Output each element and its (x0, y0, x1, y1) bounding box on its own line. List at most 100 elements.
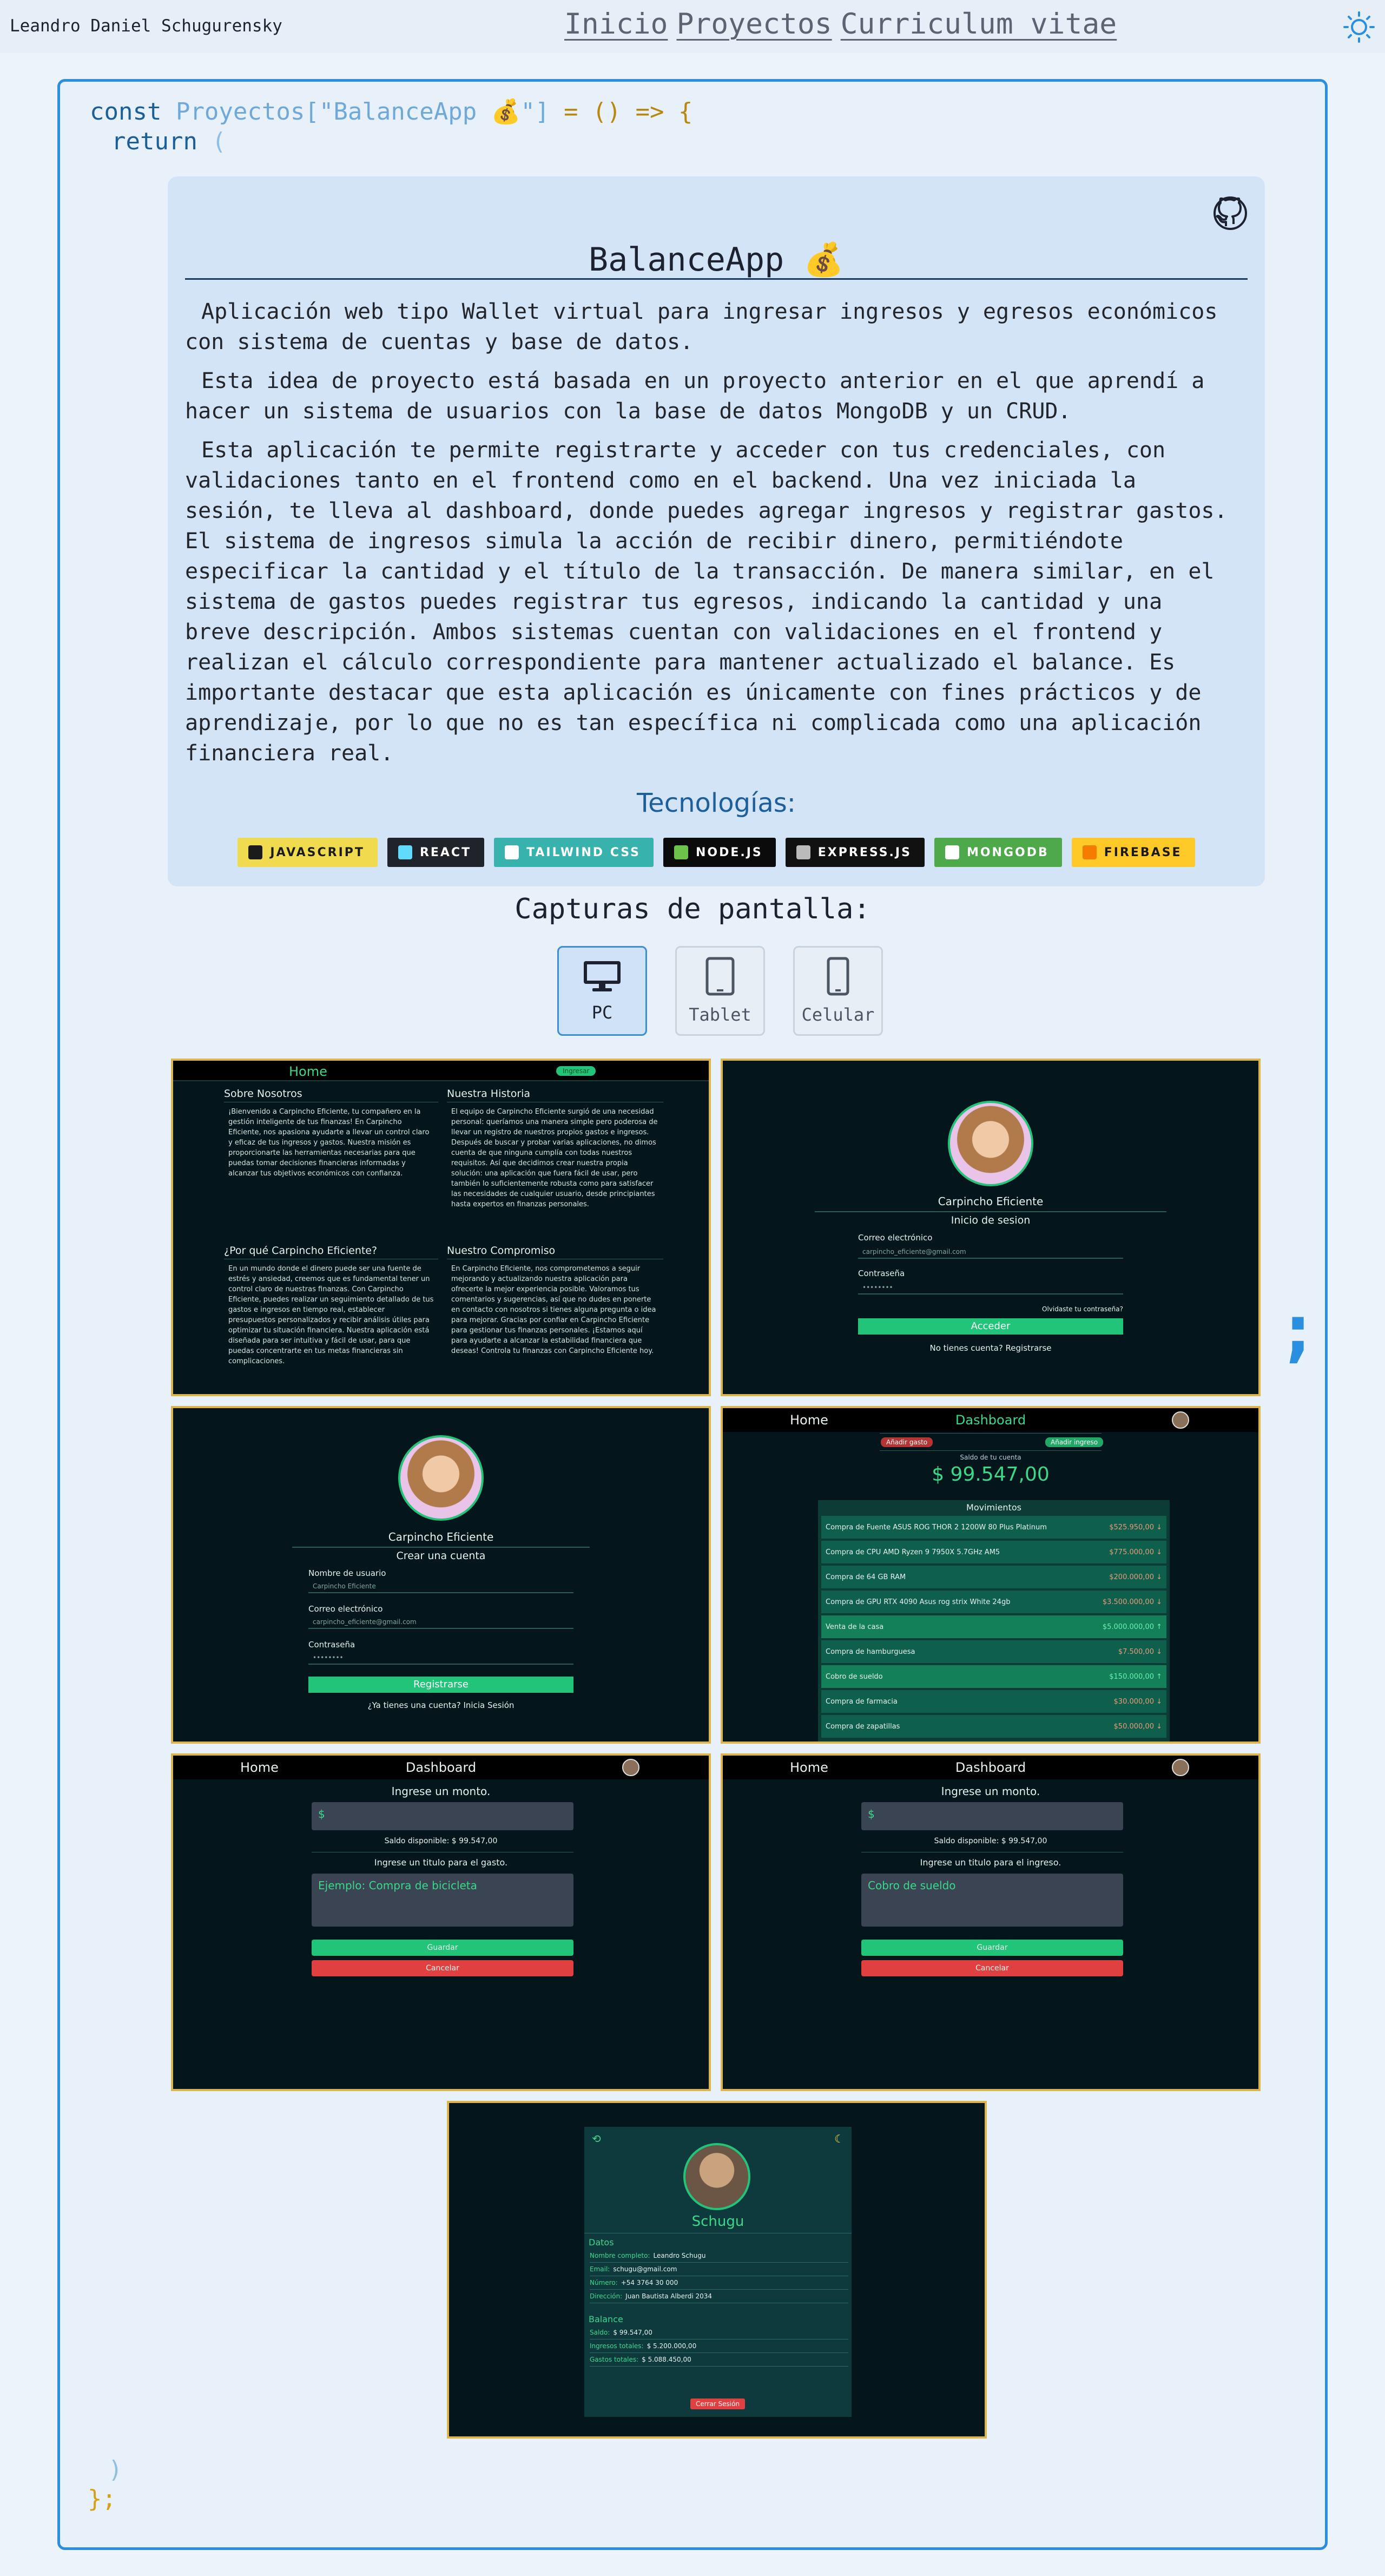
shot-user-label: Nombre de usuario (308, 1568, 386, 1578)
object-name: Proyectos (175, 98, 305, 126)
shot-email-label: Correo electrónico (308, 1604, 383, 1614)
shot-section-about: Sobre Nosotros ¡Bienvenido a Carpincho E… (224, 1088, 438, 1179)
shot-register-heading: Crear una cuenta (396, 1550, 486, 1562)
shot-title-field: Cobro de sueldo (861, 1874, 1123, 1927)
shot-amount-label: Ingrese un monto. (941, 1785, 1040, 1798)
shot-divider-2 (880, 1450, 1102, 1451)
shot-profile-panel: ⟲ ☾ Schugu Datos Nombre completo: Leandro… (584, 2127, 852, 2417)
shot-cancel-button: Cancelar (312, 1960, 573, 1976)
shot-email-label: Correo electrónico (858, 1233, 933, 1243)
tech-logo-icon (674, 845, 688, 859)
movement-amount: $150.000,00 ↑ (1109, 1672, 1162, 1681)
device-tablet-button[interactable]: Tablet (675, 946, 765, 1036)
description-paragraph-2: Esta idea de proyecto está basada en un … (185, 369, 1205, 424)
profile-row: Número: +54 3764 30 000 (590, 2276, 848, 2290)
const-keyword: const (90, 98, 162, 126)
shot-profile-name: Schugu (691, 2213, 744, 2230)
nav-link-curriculum[interactable]: Curriculum vitae (841, 8, 1117, 41)
shot-brand: Carpincho Eficiente (388, 1530, 494, 1543)
profile-key: Ingresos totales: (590, 2342, 644, 2350)
shot-navbar (173, 1061, 709, 1081)
shot-login-button: Ingresar (556, 1066, 596, 1076)
shot-login-link: ¿Ya tienes una cuenta? Inicia Sesión (367, 1700, 515, 1710)
sun-icon[interactable] (1343, 11, 1375, 43)
capybara-avatar (948, 1101, 1033, 1186)
shot-available-balance: Saldo disponible: $ 99.547,00 (934, 1837, 1047, 1845)
shot-amount-field: $ (861, 1802, 1123, 1830)
tech-logo-icon (945, 845, 959, 859)
profile-value: schugu@gmail.com (613, 2265, 677, 2273)
code-line-declaration: const Proyectos["BalanceApp 💰"] = () => … (90, 97, 692, 126)
profile-avatar (683, 2143, 750, 2210)
moon-icon: ☾ (834, 2132, 844, 2145)
screenshot-profile[interactable]: ⟲ ☾ Schugu Datos Nombre completo: Leandro… (447, 2101, 987, 2439)
shot-divider (815, 1211, 1166, 1212)
shot-title-label: Ingrese un titulo para el ingreso. (920, 1857, 1061, 1868)
shot-save-button: Guardar (861, 1940, 1123, 1956)
shot-why-title: ¿Por qué Carpincho Eficiente? (224, 1245, 438, 1259)
screenshot-login[interactable]: Carpincho Eficiente Inicio de sesion Cor… (721, 1059, 1261, 1396)
github-icon[interactable] (1212, 195, 1249, 232)
shot-password-field: •••••••• (858, 1282, 1123, 1294)
movement-row: Compra de hamburguesa $7.500,00 ↓ (821, 1640, 1166, 1663)
tech-logo-icon (796, 845, 810, 859)
close-brace: }; (88, 2485, 116, 2513)
profile-key: Número: (590, 2279, 618, 2286)
shot-email-field: carpincho_eficiente@gmail.com (858, 1246, 1123, 1259)
shot-amount-label: Ingrese un monto. (391, 1785, 491, 1798)
movement-amount: $200.000,00 ↓ (1109, 1573, 1162, 1581)
tech-logo-icon (398, 845, 412, 859)
screenshot-expense-form[interactable]: Home Dashboard Ingrese un monto. $ Saldo… (171, 1753, 711, 2091)
shot-logout-button: Cerrar Sesión (690, 2398, 746, 2409)
tech-badge: EXPRESS.JS (785, 838, 925, 867)
screenshot-home[interactable]: Home Ingresar Sobre Nosotros ¡Bienvenido… (171, 1059, 711, 1396)
shot-title-label: Ingrese un titulo para el gasto. (374, 1857, 508, 1868)
shot-email-field: carpincho_eficiente@gmail.com (308, 1616, 573, 1629)
movement-name: Compra de zapatillas (826, 1722, 900, 1731)
movement-amount: $7.500,00 ↓ (1118, 1647, 1162, 1656)
tech-badge-label: EXPRESS.JS (817, 845, 912, 859)
device-tablet-label: Tablet (689, 1004, 751, 1025)
shot-movements-panel: Movimientos Compra de Fuente ASUS ROG TH… (818, 1500, 1170, 1742)
screenshot-dashboard[interactable]: Home Dashboard Añadir gasto Añadir ingre… (721, 1406, 1261, 1744)
capybara-avatar (398, 1435, 484, 1521)
movement-name: Venta de la casa (826, 1622, 884, 1631)
shot-movements-list: Compra de Fuente ASUS ROG THOR 2 1200W 8… (818, 1516, 1170, 1738)
project-description: Aplicación web tipo Wallet virtual para … (185, 297, 1238, 777)
tech-badge-label: REACT (419, 845, 472, 859)
profile-value: +54 3764 30 000 (621, 2279, 678, 2286)
screenshot-register[interactable]: Carpincho Eficiente Crear una cuenta Nom… (171, 1406, 711, 1744)
device-selector: PC Tablet Celular (557, 946, 883, 1036)
tablet-icon (705, 957, 735, 996)
shot-title-field: Ejemplo: Compra de bicicleta (312, 1874, 573, 1927)
profile-key: Gastos totales: (590, 2356, 639, 2363)
shot-available-balance: Saldo disponible: $ 99.547,00 (384, 1837, 498, 1845)
profile-value: Leandro Schugu (653, 2252, 706, 2259)
device-phone-label: Celular (801, 1004, 875, 1025)
movement-name: Compra de Fuente ASUS ROG THOR 2 1200W 8… (826, 1523, 1047, 1532)
movement-name: Cobro de sueldo (826, 1672, 883, 1681)
semicolon-decoration: ; (1277, 1288, 1320, 1370)
movement-row: Venta de la casa $5.000.000,00 ↑ (821, 1615, 1166, 1638)
movement-amount: $50.000,00 ↓ (1113, 1722, 1162, 1731)
profile-key: Email: (590, 2265, 610, 2273)
tech-logo-icon (248, 845, 263, 859)
shot-why-text: En un mundo donde el dinero puede ser un… (228, 1265, 434, 1365)
tech-badge-label: TAILWIND CSS (526, 845, 641, 859)
tech-badge-label: JAVASCRIPT (270, 845, 365, 859)
movement-name: Compra de GPU RTX 4090 Asus rog strix Wh… (826, 1598, 1011, 1606)
author-name: Leandro Daniel Schugurensky (10, 16, 282, 36)
device-pc-button[interactable]: PC (557, 946, 647, 1036)
shot-password-label: Contraseña (308, 1640, 355, 1650)
tech-badge: REACT (387, 838, 485, 867)
shot-section-commitment: Nuestro Compromiso En Carpincho Eficient… (447, 1245, 663, 1356)
screenshot-income-form[interactable]: Home Dashboard Ingrese un monto. $ Saldo… (721, 1753, 1261, 2091)
nav-link-proyectos[interactable]: Proyectos (676, 8, 832, 41)
nav-link-inicio[interactable]: Inicio (564, 8, 668, 41)
shot-movements-title: Movimientos (966, 1502, 1021, 1513)
shot-balance-value: $ 99.547,00 (932, 1463, 1050, 1486)
device-phone-button[interactable]: Celular (793, 946, 883, 1036)
project-title: BalanceApp 💰 (588, 241, 845, 279)
shot-datos-title: Datos (589, 2237, 614, 2248)
shot-commitment-title: Nuestro Compromiso (447, 1245, 663, 1259)
